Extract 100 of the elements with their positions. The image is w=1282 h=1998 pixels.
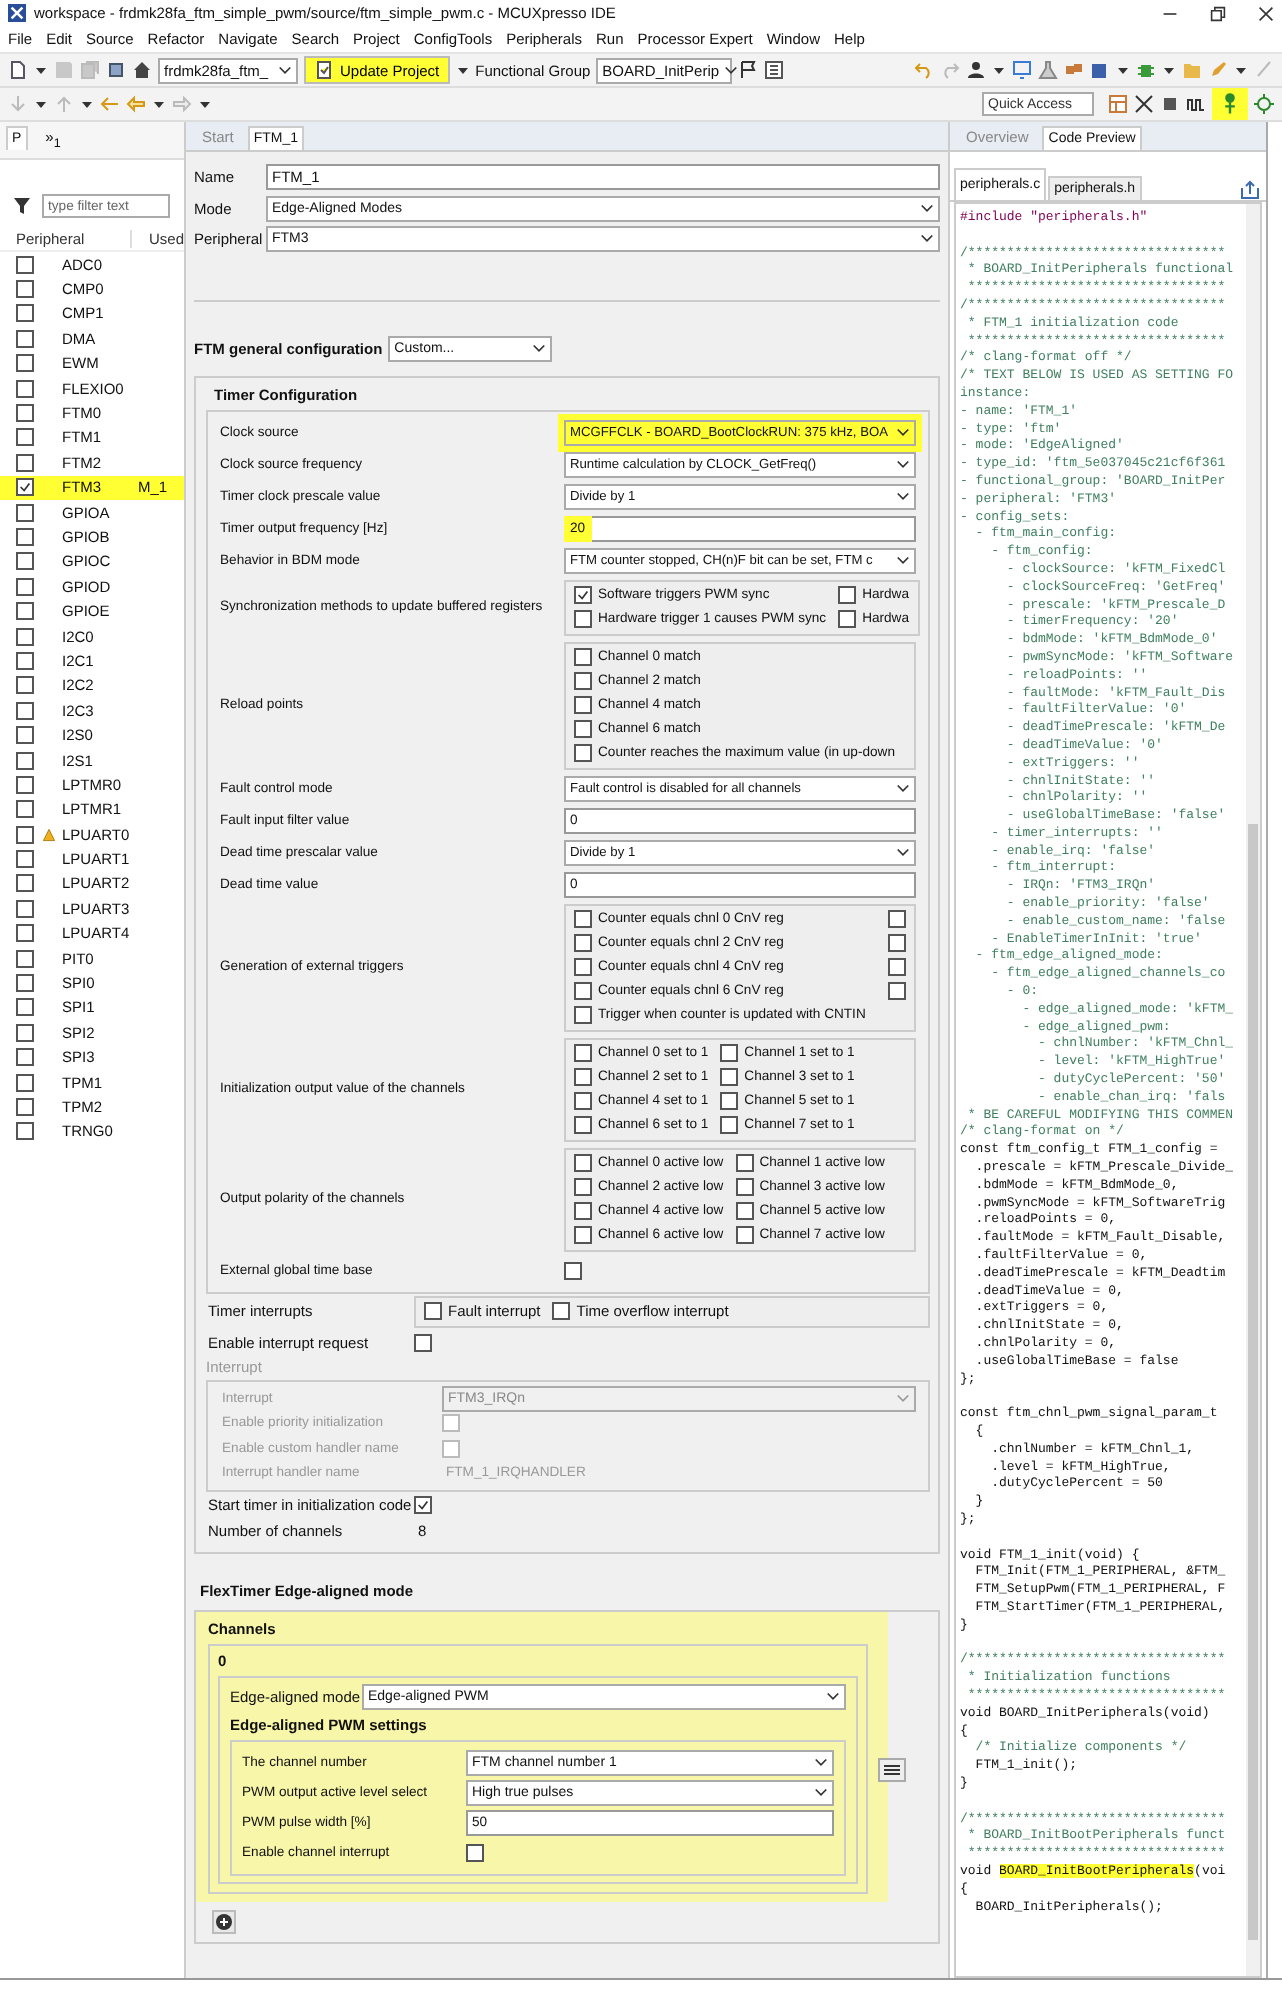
checkbox[interactable] [16, 800, 34, 819]
checkbox[interactable] [414, 1333, 432, 1352]
checkbox[interactable] [574, 910, 592, 928]
checkbox[interactable] [16, 1073, 34, 1092]
checkbox[interactable] [16, 627, 34, 646]
checkbox[interactable] [16, 1097, 34, 1116]
square-icon[interactable] [1160, 94, 1180, 114]
checkbox[interactable] [16, 1023, 34, 1042]
gear-icon[interactable] [1254, 94, 1274, 114]
chevron-icon [814, 1786, 828, 1800]
checkbox[interactable] [720, 1092, 739, 1110]
chip-icon[interactable] [106, 60, 126, 80]
flask-icon[interactable] [1038, 60, 1058, 80]
checkbox[interactable] [16, 974, 34, 993]
new-file-icon[interactable] [8, 60, 28, 80]
list-icon[interactable] [764, 60, 785, 80]
checkbox[interactable] [574, 1154, 592, 1172]
checkbox[interactable] [735, 1154, 754, 1172]
checkbox[interactable] [16, 478, 34, 497]
checkbox[interactable] [16, 949, 34, 968]
checkbox[interactable] [16, 775, 34, 794]
chevron-icon [896, 489, 910, 503]
checkbox[interactable] [574, 720, 592, 738]
checkbox[interactable] [574, 672, 592, 690]
checkbox[interactable] [16, 874, 34, 893]
checkbox[interactable] [552, 1302, 571, 1320]
checkbox[interactable] [16, 503, 34, 522]
restore-icon[interactable] [1210, 5, 1226, 21]
checkbox[interactable] [564, 1261, 582, 1279]
checkbox[interactable] [574, 696, 592, 714]
checkbox[interactable] [16, 924, 34, 943]
checkbox[interactable] [574, 1068, 592, 1086]
chevron-icon [896, 845, 910, 859]
checkbox[interactable] [16, 304, 34, 323]
checkbox[interactable] [574, 1226, 592, 1244]
boxes-icon[interactable] [1064, 60, 1084, 80]
checkbox[interactable] [735, 1202, 754, 1220]
checkbox[interactable] [574, 1006, 592, 1024]
checkbox[interactable] [574, 982, 592, 1000]
checkbox[interactable] [574, 958, 592, 976]
checkbox[interactable] [16, 280, 34, 299]
export-icon[interactable] [1240, 180, 1260, 200]
chevron-icon [723, 63, 738, 77]
checkbox[interactable] [735, 1178, 754, 1196]
scrollbar[interactable] [1246, 204, 1260, 1976]
checkbox[interactable] [16, 329, 34, 348]
monitor-icon[interactable] [1012, 60, 1032, 80]
checkbox[interactable] [16, 899, 34, 918]
checkbox[interactable] [574, 610, 592, 628]
close-icon[interactable] [1258, 5, 1274, 21]
person-icon[interactable] [966, 60, 986, 80]
checkbox[interactable] [574, 1116, 592, 1134]
checkbox[interactable] [888, 958, 906, 976]
checkbox[interactable] [574, 1092, 592, 1110]
checkbox[interactable] [720, 1044, 739, 1062]
checkbox[interactable] [16, 676, 34, 695]
checkbox[interactable] [16, 354, 34, 373]
checkbox[interactable] [466, 1844, 484, 1862]
checkbox[interactable] [16, 404, 34, 423]
home-icon[interactable] [132, 60, 152, 80]
flag-icon[interactable] [738, 60, 759, 80]
checkbox[interactable] [574, 586, 592, 604]
checkbox[interactable] [16, 850, 34, 869]
checkbox[interactable] [16, 379, 34, 398]
checkbox[interactable] [16, 1122, 34, 1141]
checkbox[interactable] [574, 744, 592, 762]
checkbox[interactable] [424, 1302, 442, 1320]
checkbox[interactable] [16, 998, 34, 1017]
wave-icon[interactable] [1186, 94, 1206, 114]
checkbox[interactable] [16, 552, 34, 571]
pin-icon[interactable] [1212, 88, 1248, 120]
checkbox[interactable] [888, 934, 906, 952]
filter-icon[interactable] [12, 196, 32, 216]
menu-icon[interactable] [878, 1757, 906, 1781]
checkbox[interactable] [16, 453, 34, 472]
add-icon[interactable] [212, 1910, 236, 1934]
checkbox[interactable] [16, 577, 34, 596]
checkbox[interactable] [574, 934, 592, 952]
checkbox[interactable] [16, 527, 34, 546]
checkbox[interactable] [720, 1116, 739, 1134]
checkbox[interactable] [735, 1226, 754, 1244]
checkbox[interactable] [16, 825, 34, 844]
checkbox[interactable] [838, 586, 857, 604]
checkbox[interactable] [888, 982, 906, 1000]
checkbox[interactable] [16, 751, 34, 769]
checkbox[interactable] [574, 1202, 592, 1220]
checkbox[interactable] [838, 610, 857, 628]
checkbox[interactable] [16, 255, 34, 274]
checkbox[interactable] [720, 1068, 739, 1086]
checkbox[interactable] [16, 428, 34, 447]
checkbox[interactable] [16, 602, 34, 621]
checkbox[interactable] [16, 1048, 34, 1067]
checkbox[interactable] [574, 1044, 592, 1062]
checkbox[interactable] [16, 701, 34, 720]
checkbox[interactable] [16, 726, 34, 745]
checkbox[interactable] [574, 1178, 592, 1196]
checkbox[interactable] [16, 651, 34, 670]
checkbox[interactable] [888, 910, 906, 928]
checkbox[interactable] [574, 648, 592, 666]
checkbox[interactable] [414, 1496, 432, 1515]
